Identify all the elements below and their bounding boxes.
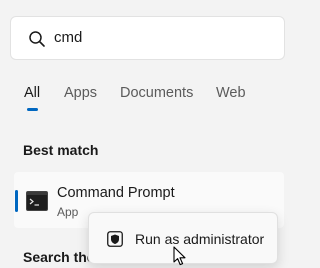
search-input[interactable]: cmd xyxy=(54,28,82,48)
menu-item-label: Run as administrator xyxy=(135,231,265,247)
result-title: Command Prompt xyxy=(57,185,175,201)
tab-web[interactable]: Web xyxy=(216,84,246,102)
command-prompt-icon xyxy=(26,191,48,211)
tab-apps[interactable]: Apps xyxy=(64,84,97,102)
best-match-heading: Best match xyxy=(23,142,99,158)
search-box[interactable]: cmd xyxy=(10,16,285,60)
result-subtitle: App xyxy=(57,205,79,219)
filter-tabs: All Apps Documents Web xyxy=(0,84,270,114)
tab-all[interactable]: All xyxy=(24,84,40,102)
selection-indicator xyxy=(15,190,18,212)
tab-documents[interactable]: Documents xyxy=(120,84,193,102)
shield-icon xyxy=(107,231,123,247)
search-icon xyxy=(29,31,45,47)
search-the-web-heading: Search the xyxy=(23,249,95,265)
active-tab-indicator xyxy=(27,108,38,111)
